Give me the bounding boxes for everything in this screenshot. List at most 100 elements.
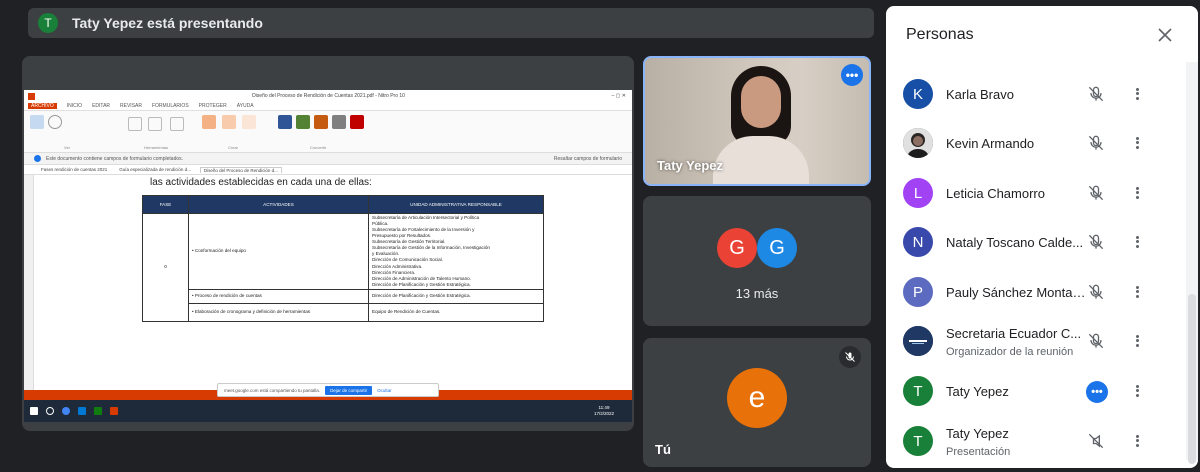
pdf-page: las actividades establecidas en cada una… — [38, 175, 628, 400]
participant-avatar: P — [903, 277, 933, 307]
participant-name: Karla Bravo — [946, 87, 1014, 102]
panel-title: Personas — [906, 26, 974, 43]
people-panel: Personas K Karla Bravo Kevin Armando L Letic… — [886, 6, 1198, 468]
windows-taskbar: 11:49 17/2/2022 — [24, 400, 632, 422]
participant-name: Kevin Armando — [946, 136, 1035, 151]
ribbon-group-ver: Ver — [64, 145, 71, 150]
participant-row[interactable]: N Nataly Toscano Calde... — [886, 218, 1182, 268]
menu-item: FORMULARIOS — [151, 103, 189, 109]
others-tile[interactable]: G G 13 más — [643, 196, 871, 326]
participant-avatar — [903, 128, 933, 158]
shared-screen[interactable]: Diseño del Proceso de Rendición de Cuent… — [22, 56, 634, 431]
activity-cell: • Proceso de rendición de cuentas — [188, 288, 369, 304]
hide-notice-button[interactable]: Ocultar — [377, 388, 392, 393]
more-options-icon[interactable]: ••• — [841, 64, 863, 86]
participant-avatar: T — [903, 376, 933, 406]
to-powerpoint-icon — [314, 115, 328, 129]
to-word-icon — [278, 115, 292, 129]
self-name: Tú — [655, 442, 671, 457]
self-avatar: e — [727, 368, 787, 428]
to-pdfa-icon — [350, 115, 364, 129]
stop-sharing-button[interactable]: Dejar de compartir — [325, 385, 373, 395]
more-options-icon[interactable] — [1132, 133, 1142, 153]
more-options-icon[interactable] — [1132, 232, 1142, 252]
doc-tab-active: Diseño del Proceso de Rendición d... — [199, 166, 282, 173]
scrollbar-thumb[interactable] — [1188, 294, 1196, 464]
menu-bar: ARCHIVO INICIO EDITAR REVISAR FORMULARIOS PRO… — [24, 102, 632, 111]
menu-item: INICIO — [66, 103, 83, 109]
participant-name: Secretaria Ecuador C... — [946, 326, 1082, 341]
participant-row[interactable]: P Pauly Sánchez Montal... — [886, 268, 1182, 318]
units-cell: Equipo de Rendición de Cuentas. — [368, 302, 544, 322]
mic-off-icon — [1086, 84, 1106, 104]
speaking-indicator-icon: ••• — [1086, 381, 1108, 403]
more-options-icon[interactable] — [1132, 282, 1142, 302]
participant-name: Taty Yepez — [946, 384, 1009, 399]
phase-cell: 0 — [142, 213, 189, 322]
ribbon-group-herramientas: Herramientas — [144, 145, 169, 150]
tile-name: Taty Yepez — [657, 158, 723, 173]
more-options-icon[interactable] — [1132, 381, 1142, 401]
table-row: • Proceso de rendición de cuentas Direcc… — [143, 288, 544, 304]
window-title: Diseño del Proceso de Rendición de Cuent… — [252, 93, 405, 99]
participant-row[interactable]: T Taty Yepez ••• — [886, 367, 1182, 417]
presenter-banner-text: Taty Yepez está presentando — [72, 15, 263, 31]
participant-name: Nataly Toscano Calde... — [946, 235, 1084, 250]
table-row: • Elaboración de cronograma y definición… — [143, 302, 544, 322]
nitro-side-panel — [24, 175, 34, 400]
excel-icon — [94, 407, 102, 415]
activity-cell: • Elaboración de cronograma y definición… — [188, 302, 369, 322]
more-participants-count: 13 más — [735, 286, 779, 301]
mic-off-icon — [1086, 331, 1106, 351]
scrollbar[interactable] — [1186, 62, 1198, 464]
participant-row[interactable]: Secretaria Ecuador C... Organizador de la… — [886, 317, 1182, 367]
table-header: FASE — [142, 195, 189, 214]
ribbon: Ver Herramientas Crear Convertir — [24, 111, 632, 153]
more-options-icon[interactable] — [1132, 331, 1142, 351]
mic-off-icon — [1086, 232, 1106, 252]
combine-icon — [222, 115, 236, 129]
participant-row[interactable]: T Taty Yepez Presentación — [886, 417, 1182, 467]
windows-start-icon — [30, 407, 38, 415]
participant-name: Pauly Sánchez Montal... — [946, 285, 1086, 300]
table-row: 0 • Conformación del equipo Subsecretarí… — [142, 213, 544, 322]
window-titlebar: Diseño del Proceso de Rendición de Cuent… — [24, 90, 632, 102]
table-header: UNIDAD ADMINISTRATIVA RESPONSABLE — [368, 195, 544, 214]
participant-name: Leticia Chamorro — [946, 186, 1045, 201]
table-header: ACTIVIDADES — [188, 195, 369, 214]
menu-item: ARCHIVO — [28, 103, 57, 109]
highlight-fields-toggle: Resaltar campos de formulario — [553, 155, 622, 162]
hand-tool-icon — [30, 115, 44, 129]
menu-item: REVISAR — [120, 103, 142, 109]
more-options-icon[interactable] — [1132, 431, 1142, 451]
doc-tab: Guía especializada de rendición d... — [119, 167, 191, 172]
more-options-icon[interactable] — [1132, 183, 1142, 203]
participant-avatar — [903, 326, 933, 356]
nitro-window: Diseño del Proceso de Rendición de Cuent… — [24, 90, 632, 422]
doc-heading: las actividades establecidas en cada una… — [150, 177, 372, 188]
presenter-avatar: T — [38, 13, 58, 33]
menu-item: EDITAR — [92, 103, 111, 109]
screen-share-notice: meet.google.com está compartiendo tu pan… — [217, 383, 439, 397]
menu-item: AYUDA — [236, 103, 254, 109]
participant-role: Organizador de la reunión — [946, 346, 1074, 358]
ribbon-group-convertir: Convertir — [310, 145, 327, 150]
participant-role: Presentación — [946, 446, 1011, 458]
participant-avatar: K — [903, 79, 933, 109]
edge-icon — [78, 407, 86, 415]
pdf-create-icon — [202, 115, 216, 129]
window-controls: – ▢ ✕ — [611, 93, 626, 99]
participant-row[interactable]: K Karla Bravo — [886, 70, 1182, 120]
clock-date: 17/2/2022 — [593, 411, 614, 416]
group-avatar: G — [757, 228, 797, 268]
participant-row[interactable]: Kevin Armando — [886, 119, 1182, 169]
participant-avatar: L — [903, 178, 933, 208]
participant-row[interactable]: L Leticia Chamorro — [886, 169, 1182, 219]
nitro-taskbar-icon — [110, 407, 118, 415]
self-tile[interactable]: e Tú — [643, 338, 871, 467]
select-text-icon — [128, 117, 142, 131]
more-options-icon[interactable] — [1132, 84, 1142, 104]
share-notice-text: meet.google.com está compartiendo tu pan… — [224, 387, 321, 393]
presenter-video-tile[interactable]: ••• Taty Yepez — [643, 56, 871, 186]
close-icon[interactable] — [1154, 24, 1176, 46]
